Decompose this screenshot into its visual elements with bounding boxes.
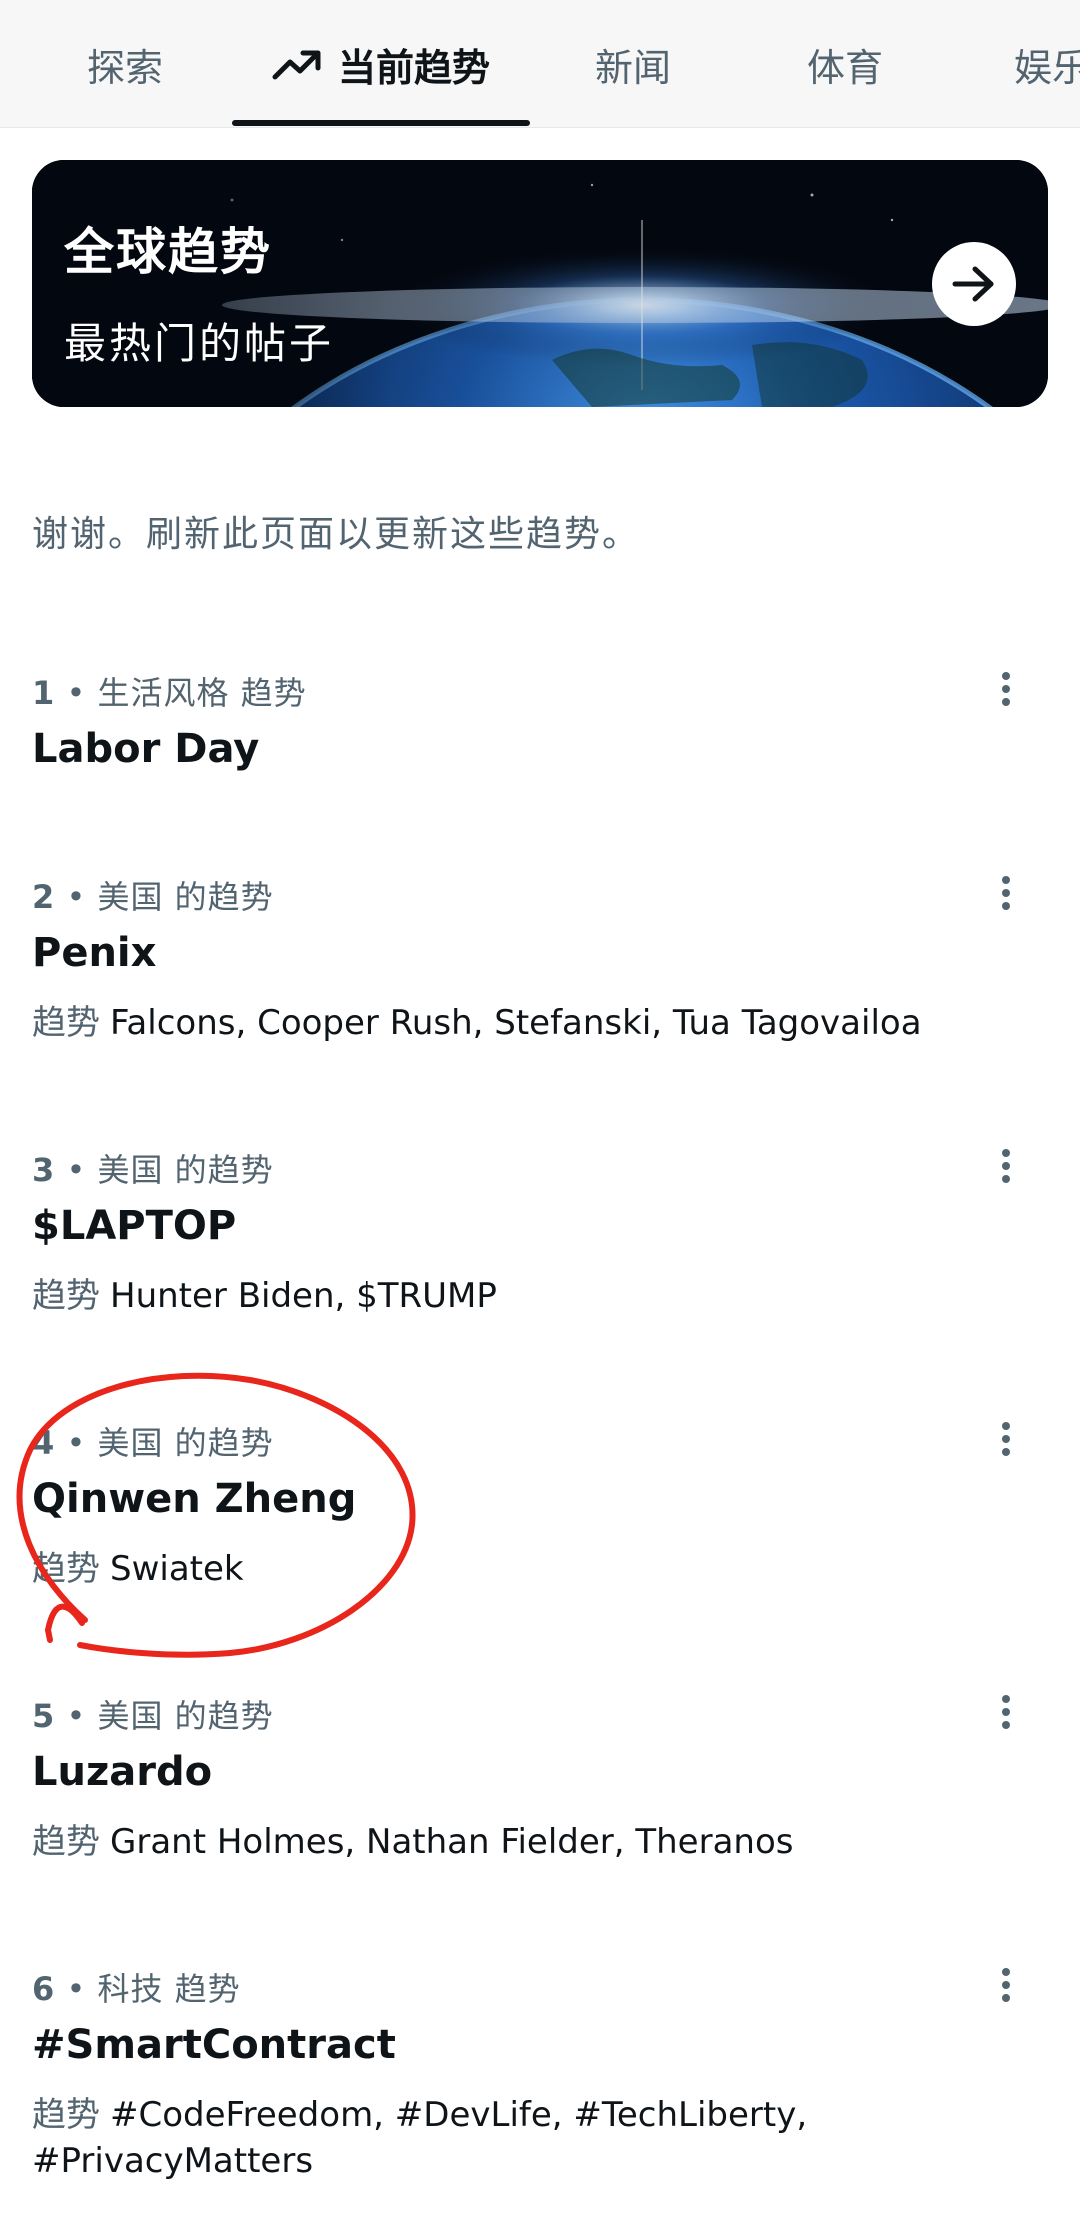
tab-news[interactable]: 新闻	[548, 0, 718, 128]
trend-item[interactable]: 1 • 生活风格 趋势 Labor Day	[0, 668, 1080, 848]
trend-item[interactable]: 4 • 美国 的趋势 Qinwen Zheng 趋势 Swiatek	[0, 1418, 1080, 1638]
tab-bar: 探索 当前趋势 新闻 体育 娱乐	[0, 0, 1080, 128]
more-vertical-icon	[1002, 1968, 1010, 2002]
banner-title: 全球趋势	[64, 223, 272, 281]
trend-related-names: Falcons, Cooper Rush, Stefanski, Tua Tag…	[110, 1003, 922, 1043]
trend-name: $LAPTOP	[32, 1203, 237, 1249]
tab-label: 探索	[86, 45, 163, 90]
more-options-button[interactable]	[986, 664, 1026, 714]
tab-label: 娱乐	[1014, 45, 1080, 90]
more-vertical-icon	[1002, 1695, 1010, 1729]
arrow-right-icon	[952, 266, 994, 302]
more-options-button[interactable]	[986, 1687, 1026, 1737]
trend-related-names: #CodeFreedom, #DevLife, #TechLiberty, #P…	[32, 2095, 808, 2181]
trend-rank: 6	[32, 1970, 56, 2008]
trend-name: Qinwen Zheng	[32, 1476, 357, 1522]
trend-meta: 3 • 美国 的趋势	[32, 1151, 274, 1189]
trend-related-prefix: 趋势	[32, 1276, 100, 1316]
trend-name: Penix	[32, 930, 157, 976]
active-tab-indicator	[232, 120, 530, 126]
trend-related-names: Grant Holmes, Nathan Fielder, Theranos	[110, 1822, 794, 1862]
banner-arrow-button[interactable]	[932, 242, 1016, 326]
trend-category: 美国 的趋势	[97, 878, 274, 916]
more-vertical-icon	[1002, 672, 1010, 706]
tab-label: 体育	[806, 45, 883, 90]
refresh-notice: 谢谢。刷新此页面以更新这些趋势。	[32, 514, 641, 555]
trend-name: Luzardo	[32, 1749, 213, 1795]
trending-up-icon	[272, 50, 321, 80]
trend-item[interactable]: 5 • 美国 的趋势 Luzardo 趋势 Grant Holmes, Natha…	[0, 1691, 1080, 1911]
more-vertical-icon	[1002, 1422, 1010, 1456]
tab-sports[interactable]: 体育	[760, 0, 930, 128]
tab-label: 当前趋势	[337, 45, 490, 90]
more-options-button[interactable]	[986, 1141, 1026, 1191]
trend-rank: 2	[32, 878, 56, 916]
trend-rank: 5	[32, 1697, 56, 1735]
trend-meta: 1 • 生活风格 趋势	[32, 674, 307, 712]
trend-related-prefix: 趋势	[32, 1822, 100, 1862]
banner-subtitle: 最热门的帖子	[64, 319, 335, 368]
trend-related-prefix: 趋势	[32, 1549, 100, 1589]
trend-related-prefix: 趋势	[32, 2095, 100, 2135]
trend-rank: 1	[32, 674, 56, 712]
trend-name: Labor Day	[32, 726, 260, 772]
trend-category: 美国 的趋势	[97, 1697, 274, 1735]
trend-meta: 4 • 美国 的趋势	[32, 1424, 274, 1462]
more-vertical-icon	[1002, 1149, 1010, 1183]
trend-related: 趋势 Grant Holmes, Nathan Fielder, Theranos	[32, 1819, 962, 1865]
trend-related: 趋势 Swiatek	[32, 1546, 962, 1592]
trend-item[interactable]: 3 • 美国 的趋势 $LAPTOP 趋势 Hunter Biden, $TRUM…	[0, 1145, 1080, 1365]
trend-category: 美国 的趋势	[97, 1424, 274, 1462]
trend-related: 趋势 Falcons, Cooper Rush, Stefanski, Tua T…	[32, 1000, 962, 1046]
trend-item[interactable]: 2 • 美国 的趋势 Penix 趋势 Falcons, Cooper Rush,…	[0, 872, 1080, 1092]
tab-trending[interactable]: 当前趋势	[232, 0, 530, 128]
trend-category: 科技 趋势	[97, 1970, 241, 2008]
trend-related: 趋势 Hunter Biden, $TRUMP	[32, 1273, 962, 1319]
trend-related: 趋势 #CodeFreedom, #DevLife, #TechLiberty, …	[32, 2092, 962, 2184]
trend-name: #SmartContract	[32, 2022, 396, 2068]
trend-meta: 2 • 美国 的趋势	[32, 878, 274, 916]
global-trends-banner[interactable]: 全球趋势 最热门的帖子	[32, 160, 1048, 407]
tab-label: 新闻	[594, 45, 671, 90]
more-vertical-icon	[1002, 876, 1010, 910]
tab-entertainment[interactable]: 娱乐	[1000, 0, 1080, 128]
trend-category: 生活风格 趋势	[97, 674, 307, 712]
trend-meta: 5 • 美国 的趋势	[32, 1697, 274, 1735]
trend-rank: 4	[32, 1424, 56, 1462]
trend-category: 美国 的趋势	[97, 1151, 274, 1189]
more-options-button[interactable]	[986, 1960, 1026, 2010]
trend-related-names: Swiatek	[110, 1549, 244, 1589]
trend-rank: 3	[32, 1151, 56, 1189]
more-options-button[interactable]	[986, 1414, 1026, 1464]
more-options-button[interactable]	[986, 868, 1026, 918]
trend-item[interactable]: 6 • 科技 趋势 #SmartContract 趋势 #CodeFreedom,…	[0, 1964, 1080, 2224]
trend-related-names: Hunter Biden, $TRUMP	[110, 1276, 497, 1316]
trend-meta: 6 • 科技 趋势	[32, 1970, 241, 2008]
tab-explore[interactable]: 探索	[40, 0, 210, 128]
trend-related-prefix: 趋势	[32, 1003, 100, 1043]
